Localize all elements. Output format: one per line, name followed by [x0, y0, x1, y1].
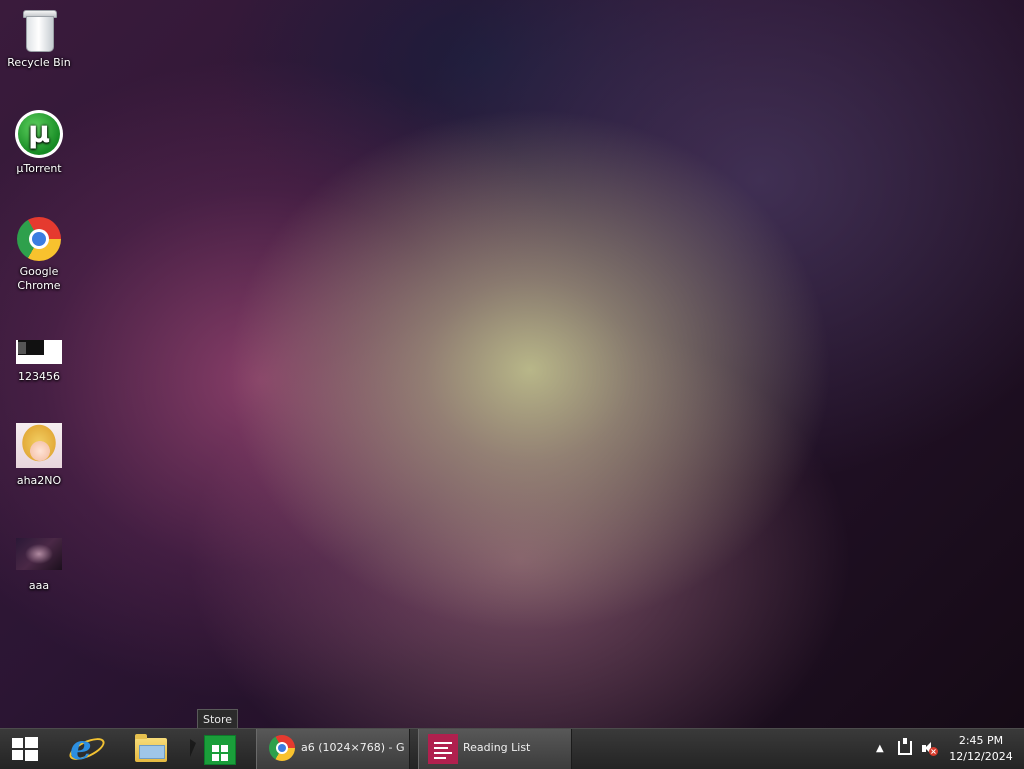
reading-list-icon: [428, 734, 458, 764]
start-button[interactable]: [0, 729, 50, 769]
desktop-icon-aaa[interactable]: aaa: [1, 532, 77, 593]
chrome-icon: [269, 735, 295, 761]
volume-muted-icon[interactable]: ×: [921, 741, 938, 757]
desktop[interactable]: Recycle Bin µ µTorrent Google Chrome 123…: [0, 0, 1024, 769]
network-icon[interactable]: [898, 738, 912, 755]
desktop-icon-label: 123456: [18, 370, 60, 383]
image-thumbnail-icon: [16, 538, 62, 570]
store-button[interactable]: [190, 729, 250, 769]
clock[interactable]: 2:45 PM 12/12/2024: [944, 733, 1018, 765]
taskbar: e a6 (1024×768) - G... Reading List ▲ × …: [0, 728, 1024, 769]
taskbar-window-reading-list[interactable]: Reading List: [418, 729, 572, 769]
mouse-cursor-icon: [190, 739, 196, 757]
desktop-icon-123456[interactable]: 123456: [1, 332, 77, 384]
internet-explorer-button[interactable]: e: [58, 729, 110, 769]
file-explorer-button[interactable]: [124, 729, 176, 769]
clock-date: 12/12/2024: [949, 750, 1013, 763]
desktop-icon-label: µTorrent: [16, 162, 62, 175]
clock-time: 2:45 PM: [958, 734, 1004, 747]
recycle-bin-icon: [21, 8, 57, 52]
chrome-icon: [17, 217, 61, 261]
taskbar-window-chrome[interactable]: a6 (1024×768) - G...: [256, 729, 410, 769]
store-icon: [204, 735, 236, 765]
store-tooltip: Store: [197, 709, 239, 730]
window-title: Reading List: [463, 741, 531, 754]
utorrent-icon: µ: [15, 110, 63, 158]
desktop-icon-aha2no[interactable]: aha2NO: [1, 423, 77, 488]
desktop-icon-utorrent[interactable]: µ µTorrent: [1, 110, 77, 176]
internet-explorer-icon: e: [70, 728, 92, 768]
image-thumbnail-icon: [16, 340, 62, 364]
show-hidden-icons-button[interactable]: ▲: [876, 743, 884, 754]
windows-logo-icon: [12, 737, 38, 761]
desktop-icon-google-chrome[interactable]: Google Chrome: [1, 217, 77, 293]
desktop-icon-label: aaa: [28, 579, 50, 592]
desktop-icon-label: Google Chrome: [17, 265, 61, 292]
desktop-icon-label: Recycle Bin: [7, 56, 71, 69]
image-thumbnail-icon: [16, 423, 62, 468]
desktop-icon-label: aha2NO: [16, 474, 62, 487]
folder-icon: [135, 734, 167, 762]
desktop-icon-recycle-bin[interactable]: Recycle Bin: [1, 8, 77, 70]
window-title: a6 (1024×768) - G...: [301, 741, 405, 754]
